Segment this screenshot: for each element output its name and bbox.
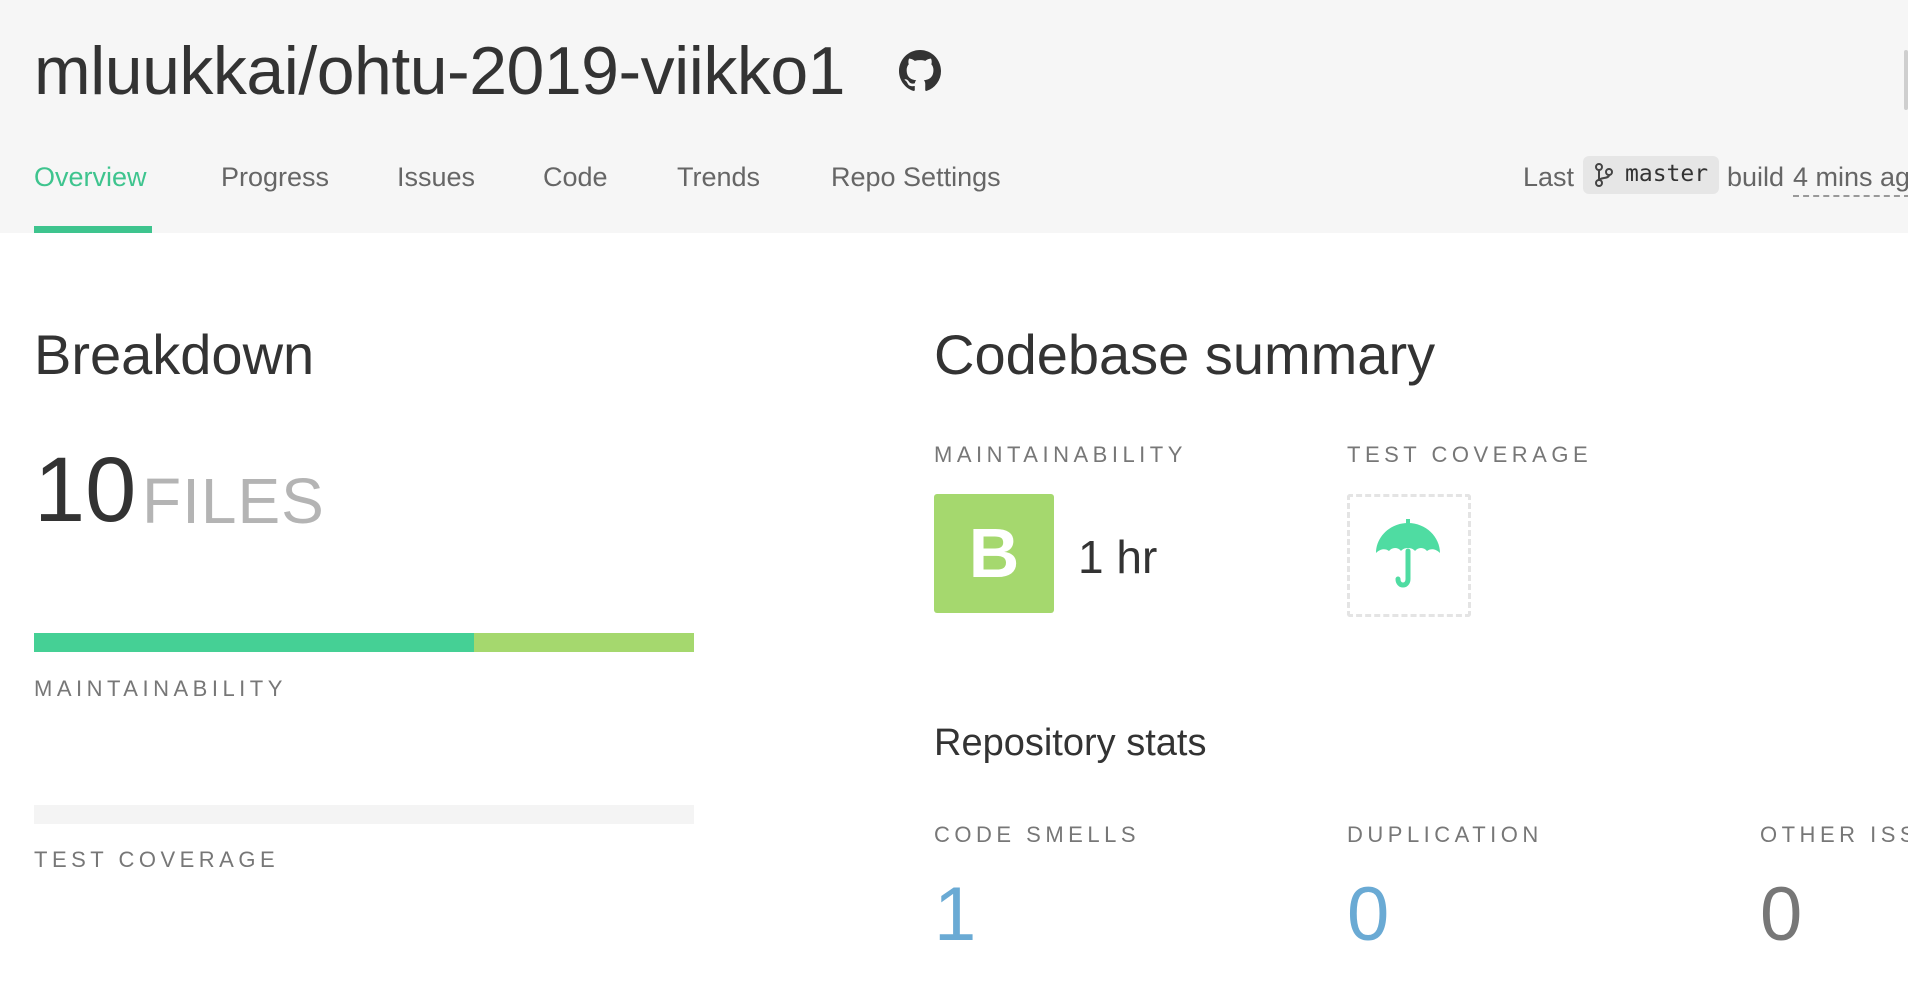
files-label: FILES [142,465,325,537]
maintainability-bar-segment-a[interactable] [34,633,474,652]
tech-debt-time: 1 hr [1078,531,1158,583]
tab-overview[interactable]: Overview [34,162,147,193]
test-coverage-bar [34,805,694,824]
scrollbar[interactable] [1904,50,1908,110]
git-branch-icon [1595,163,1613,187]
file-count: 10 [34,439,137,541]
tab-trends[interactable]: Trends [677,162,760,193]
active-tab-indicator [34,226,152,233]
summary-maintainability-label: MAINTAINABILITY [934,442,1187,467]
maintainability-bar [34,633,694,652]
duplication-label: DUPLICATION [1347,822,1543,847]
code-smells-label: CODE SMELLS [934,822,1140,847]
breakdown-title: Breakdown [34,323,315,386]
repository-stats-title: Repository stats [934,722,1207,764]
repo-title[interactable]: mluukkai/ohtu-2019-viikko1 [34,26,845,116]
maintainability-grade-badge[interactable]: B [934,494,1054,613]
duplication-value[interactable]: 0 [1347,870,1389,960]
breakdown-maintainability-label: MAINTAINABILITY [34,676,287,701]
tab-repo-settings[interactable]: Repo Settings [831,162,1001,193]
breakdown-test-coverage-label: TEST COVERAGE [34,847,280,872]
tab-code[interactable]: Code [543,162,608,193]
branch-badge[interactable]: master [1583,156,1719,194]
last-build-word: build [1727,162,1785,192]
umbrella-icon [1376,519,1440,588]
github-icon[interactable] [899,50,941,92]
last-build-prefix: Last [1523,162,1575,192]
maintainability-bar-segment-b[interactable] [474,633,694,652]
other-issues-value: 0 [1760,872,1803,957]
branch-name: master [1625,161,1709,187]
tab-issues[interactable]: Issues [397,162,475,193]
repo-header: mluukkai/ohtu-2019-viikko1 Overview Prog… [0,0,1908,233]
tab-progress[interactable]: Progress [221,162,329,193]
code-smells-value[interactable]: 1 [934,870,976,960]
summary-test-coverage-label: TEST COVERAGE [1347,442,1593,467]
test-coverage-setup-box[interactable] [1347,494,1471,617]
last-build-time[interactable]: 4 mins ag [1793,162,1908,197]
codebase-summary-title: Codebase summary [934,323,1436,386]
other-issues-label: OTHER ISS [1760,822,1908,847]
